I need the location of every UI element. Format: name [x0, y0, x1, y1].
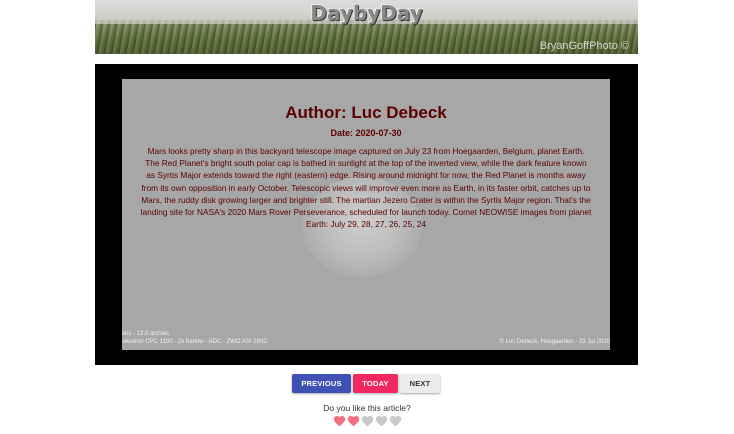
heart-icon[interactable] — [333, 415, 346, 427]
heart-icon[interactable] — [361, 415, 374, 427]
article-image-frame: Author: Luc Debeck Date: 2020-07-30 Mars… — [95, 64, 638, 365]
article-author: Author: Luc Debeck — [285, 103, 447, 122]
today-button[interactable]: TODAY — [353, 374, 398, 393]
article-navigation: PREVIOUS TODAY NEXT — [0, 374, 734, 393]
article-photo: Author: Luc Debeck Date: 2020-07-30 Mars… — [122, 79, 610, 350]
rating-question: Do you like this article? — [323, 403, 411, 413]
banner-photo-credit: BryanGoffPhoto © — [539, 40, 629, 52]
article-body: Mars looks pretty sharp in this backyard… — [140, 146, 592, 230]
heart-icon[interactable] — [389, 415, 402, 427]
next-button[interactable]: NEXT — [400, 374, 440, 393]
site-title[interactable]: DaybyDay — [95, 1, 638, 25]
image-caption-line1: Mars - 13,6 arc/sec — [122, 331, 170, 337]
header-banner: DaybyDay BryanGoffPhoto © — [95, 0, 638, 54]
previous-button[interactable]: PREVIOUS — [292, 374, 351, 393]
heart-icon[interactable] — [347, 415, 360, 427]
heart-icon[interactable] — [375, 415, 388, 427]
image-caption-right: © Luc Debeck, Hoegaarden - 23 Jul 2020 — [499, 339, 611, 345]
article-overlay: Author: Luc Debeck Date: 2020-07-30 Mars… — [122, 103, 610, 230]
article-date: Date: 2020-07-30 — [330, 128, 402, 138]
image-caption-left: Mars - 13,6 arc/sec Celestron CPC 1100 -… — [122, 330, 268, 346]
image-caption-line2: Celestron CPC 1100 - 2x barlow - ADC - Z… — [122, 339, 268, 345]
